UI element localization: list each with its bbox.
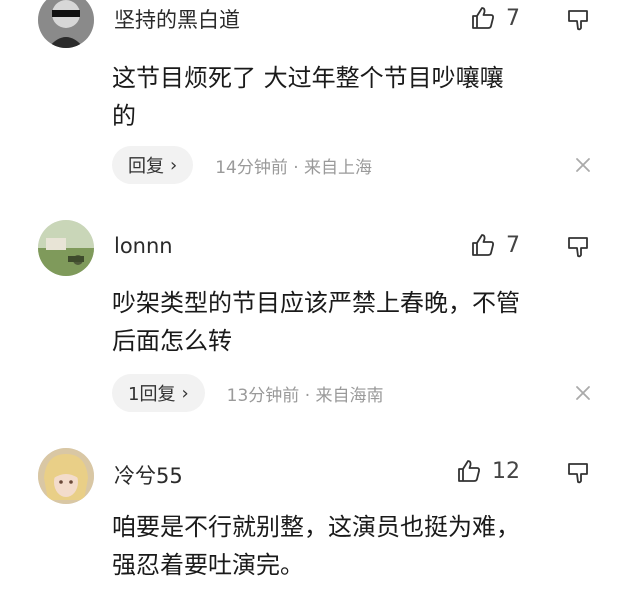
comment-item: 坚持的黑白道 7 这节目烦死了 大过年整个节目吵嚷嚷 的 回复 › 14分钟前 …: [0, 0, 640, 200]
chevron-right-icon: ›: [170, 154, 178, 176]
reply-label: 1回复: [128, 384, 176, 405]
comment-meta: 1回复 › 13分钟前 · 来自海南: [112, 374, 384, 412]
username[interactable]: 坚持的黑白道: [114, 4, 240, 34]
like-button[interactable]: 7: [470, 5, 520, 31]
like-count: 7: [506, 232, 520, 258]
comment-text: 这节目烦死了 大过年整个节目吵嚷嚷 的: [112, 59, 612, 135]
like-button[interactable]: 7: [470, 232, 520, 258]
comment-line: 后面怎么转: [112, 327, 232, 355]
comment-line: 这节目烦死了 大过年整个节目吵嚷嚷: [112, 64, 504, 92]
comment-meta: 回复 › 14分钟前 · 来自上海: [112, 146, 372, 184]
comment-text: 吵架类型的节目应该严禁上春晚，不管 后面怎么转: [112, 284, 612, 360]
reply-button[interactable]: 回复 ›: [112, 146, 194, 184]
close-icon[interactable]: [572, 382, 594, 404]
username[interactable]: lonnn: [114, 234, 173, 258]
comment-line: 咱要是不行就别整，这演员也挺为难，: [112, 513, 520, 541]
username[interactable]: 冷兮55: [114, 460, 183, 490]
comment-item: lonnn 7 吵架类型的节目应该严禁上春晚，不管 后面怎么转 1回复 › 13…: [0, 216, 640, 426]
close-icon[interactable]: [572, 154, 594, 176]
thumbs-up-icon: [458, 460, 480, 482]
user-avatar[interactable]: [38, 0, 94, 48]
reply-button[interactable]: 1回复 ›: [112, 374, 205, 412]
comment-item: 冷兮55 12 咱要是不行就别整，这演员也挺为难， 强忍着要吐演完。: [0, 440, 640, 600]
dislike-button[interactable]: [566, 461, 590, 485]
thumbs-down-icon: [568, 237, 588, 258]
comment-time-location: 14分钟前 · 来自上海: [215, 157, 373, 178]
comment-line: 强忍着要吐演完。: [112, 551, 304, 579]
avatar-dark-icon: [38, 0, 94, 48]
like-count: 7: [506, 5, 520, 31]
comment-line: 的: [112, 102, 136, 130]
like-count: 12: [492, 458, 520, 484]
avatar-anime-icon: [38, 448, 94, 504]
comment-line: 吵架类型的节目应该严禁上春晚，不管: [112, 289, 520, 317]
thumbs-down-icon: [568, 10, 588, 31]
avatar-landscape-icon: [38, 220, 94, 276]
chevron-right-icon: ›: [181, 382, 189, 404]
thumbs-up-icon: [472, 7, 494, 29]
dislike-button[interactable]: [566, 8, 590, 32]
thumbs-down-icon: [568, 463, 588, 484]
thumbs-up-icon: [472, 234, 494, 256]
like-button[interactable]: 12: [456, 458, 520, 484]
reply-label: 回复: [128, 156, 164, 177]
comment-time-location: 13分钟前 · 来自海南: [226, 385, 384, 406]
user-avatar[interactable]: [38, 448, 94, 504]
user-avatar[interactable]: [38, 220, 94, 276]
comment-text: 咱要是不行就别整，这演员也挺为难， 强忍着要吐演完。: [112, 508, 612, 584]
dislike-button[interactable]: [566, 235, 590, 259]
